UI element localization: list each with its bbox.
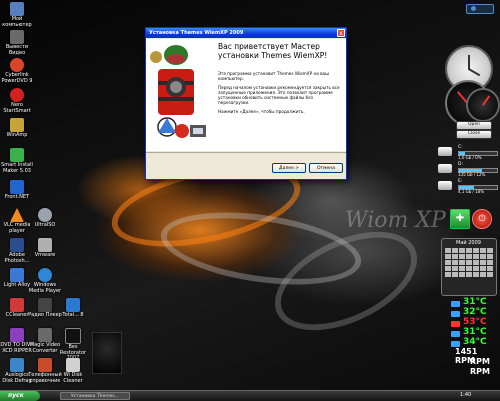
dialog-divider: [146, 152, 346, 153]
hard-drive-icon: [438, 181, 452, 190]
restorator-icon: [65, 328, 81, 344]
plus-icon: ✚: [455, 213, 465, 224]
shutdown-button[interactable]: ⏻: [472, 209, 492, 229]
next-button[interactable]: Далее >: [272, 163, 306, 173]
close-icon: x: [339, 30, 343, 37]
thermometer-icon: [451, 321, 460, 327]
installer-dialog: Установка Themes WiemXP 2009 x Вас приве…: [145, 27, 347, 180]
taskbar: пуск Установка Themes... 1:40: [0, 390, 500, 401]
thermometer-icon: [451, 311, 460, 317]
desktop-icon-wmp[interactable]: Windows Media Player: [28, 268, 62, 294]
gauge-needle-icon: [482, 95, 491, 106]
clock-hand-icon: [468, 68, 481, 77]
fan-rpm: RPM: [470, 367, 490, 376]
dialog-close-button[interactable]: x: [337, 29, 345, 37]
panther-image: [92, 332, 122, 374]
media-player-icon: [10, 268, 24, 282]
dialog-continue-text: Нажмите «Далее», чтобы продолжить.: [218, 109, 305, 114]
desktop-icon-vmware[interactable]: Vmware: [28, 238, 62, 259]
desktop-icon-my-computer[interactable]: Мой компьютер: [0, 2, 34, 28]
hard-drive-icon: [438, 164, 452, 173]
memory-gauge: [466, 88, 500, 122]
fan-rpm: RPM: [470, 357, 490, 366]
calendar-gadget[interactable]: Май 2009: [441, 238, 497, 296]
wmp-icon: [38, 268, 52, 282]
sidebar-toggle[interactable]: [466, 4, 494, 14]
temp-reading: 32°C: [463, 307, 487, 317]
calendar-grid: [445, 248, 493, 277]
defrag-icon: [10, 358, 24, 372]
desktop-icon-ultraiso[interactable]: UltraISO: [28, 208, 62, 229]
drive-d[interactable]: D: 135 Gb / 12%: [438, 162, 498, 177]
recycle-bin-button[interactable]: ✚: [450, 209, 470, 229]
dialog-heading: Вас приветствует Мастер установки Themes…: [218, 42, 328, 60]
dialog-advice-text: Перед началом установки рекомендуется за…: [218, 85, 340, 105]
desktop-icon-winamp[interactable]: WinAmp: [0, 118, 34, 139]
desktop-icon-video[interactable]: Вывести Видео: [0, 30, 34, 56]
tray-clock[interactable]: 1:40: [460, 392, 471, 398]
vlc-cone-icon: [10, 208, 24, 222]
winamp-icon: [10, 118, 24, 132]
computer-icon: [10, 2, 24, 16]
power-icon: ⏻: [478, 214, 486, 224]
thermometer-icon: [451, 301, 460, 307]
desktop-icon-restorator[interactable]: Bes Restorator 2007: [56, 328, 90, 362]
wizard-artwork: [148, 41, 212, 149]
temp-reading: 31°C: [463, 327, 487, 337]
dialog-body: Вас приветствует Мастер установки Themes…: [146, 39, 346, 151]
thermometer-icon: [451, 331, 460, 337]
nero-icon: [10, 88, 24, 102]
powerdvd-icon: [10, 58, 24, 72]
drive-e[interactable]: E: 4,1 Gb / 18%: [438, 179, 498, 194]
dialog-title: Установка Themes WiemXP 2009: [149, 30, 244, 36]
desktop-icon-total[interactable]: Total... 8: [56, 298, 90, 319]
disc-icon: [38, 208, 52, 222]
desktop-icon-frontnet[interactable]: Front.NET: [0, 180, 34, 201]
dialog-intro-text: Эта программа установит Themes WiemXP на…: [218, 71, 329, 81]
ccleaner-icon: [10, 298, 24, 312]
phonebook-icon: [38, 358, 52, 372]
cd-close-button[interactable]: Close: [456, 130, 492, 139]
desktop-icon-smart-install[interactable]: Smart Install Maker 5.03: [0, 148, 34, 174]
installer-icon: [10, 148, 24, 162]
total-commander-icon: [66, 298, 80, 312]
hard-drive-icon: [438, 147, 452, 156]
photoshop-icon: [10, 238, 24, 252]
radio-icon: [38, 298, 52, 312]
disk-cleaner-icon: [66, 358, 80, 372]
desktop-icon-powerdvd[interactable]: Cyberlink PowerDVD 9: [0, 58, 34, 84]
drive-c[interactable]: С: 1,0 Gb / 0%: [438, 145, 498, 160]
temp-reading: 31°C: [463, 297, 487, 307]
taskbar-item-installer[interactable]: Установка Themes...: [60, 392, 130, 400]
wallpaper-logo: Wiom XP: [345, 208, 446, 233]
cancel-button[interactable]: Отмена: [309, 163, 343, 173]
desktop-icon-nero[interactable]: Nero StartSmart: [0, 88, 34, 114]
temp-reading: 34°C: [463, 337, 487, 347]
dvd-ripper-icon: [10, 328, 24, 342]
video-icon: [10, 30, 24, 44]
desktop-icon-disk-cleaner[interactable]: Wi Disk Cleaner: [56, 358, 90, 384]
sidebar-dot-icon: [471, 6, 476, 11]
video-converter-icon: [38, 328, 52, 342]
cd-open-button[interactable]: Open: [456, 121, 492, 130]
vmware-icon: [38, 238, 52, 252]
dialog-titlebar[interactable]: Установка Themes WiemXP 2009 x: [146, 28, 346, 38]
temp-reading: 53°C: [463, 317, 487, 327]
network-icon: [10, 180, 24, 194]
